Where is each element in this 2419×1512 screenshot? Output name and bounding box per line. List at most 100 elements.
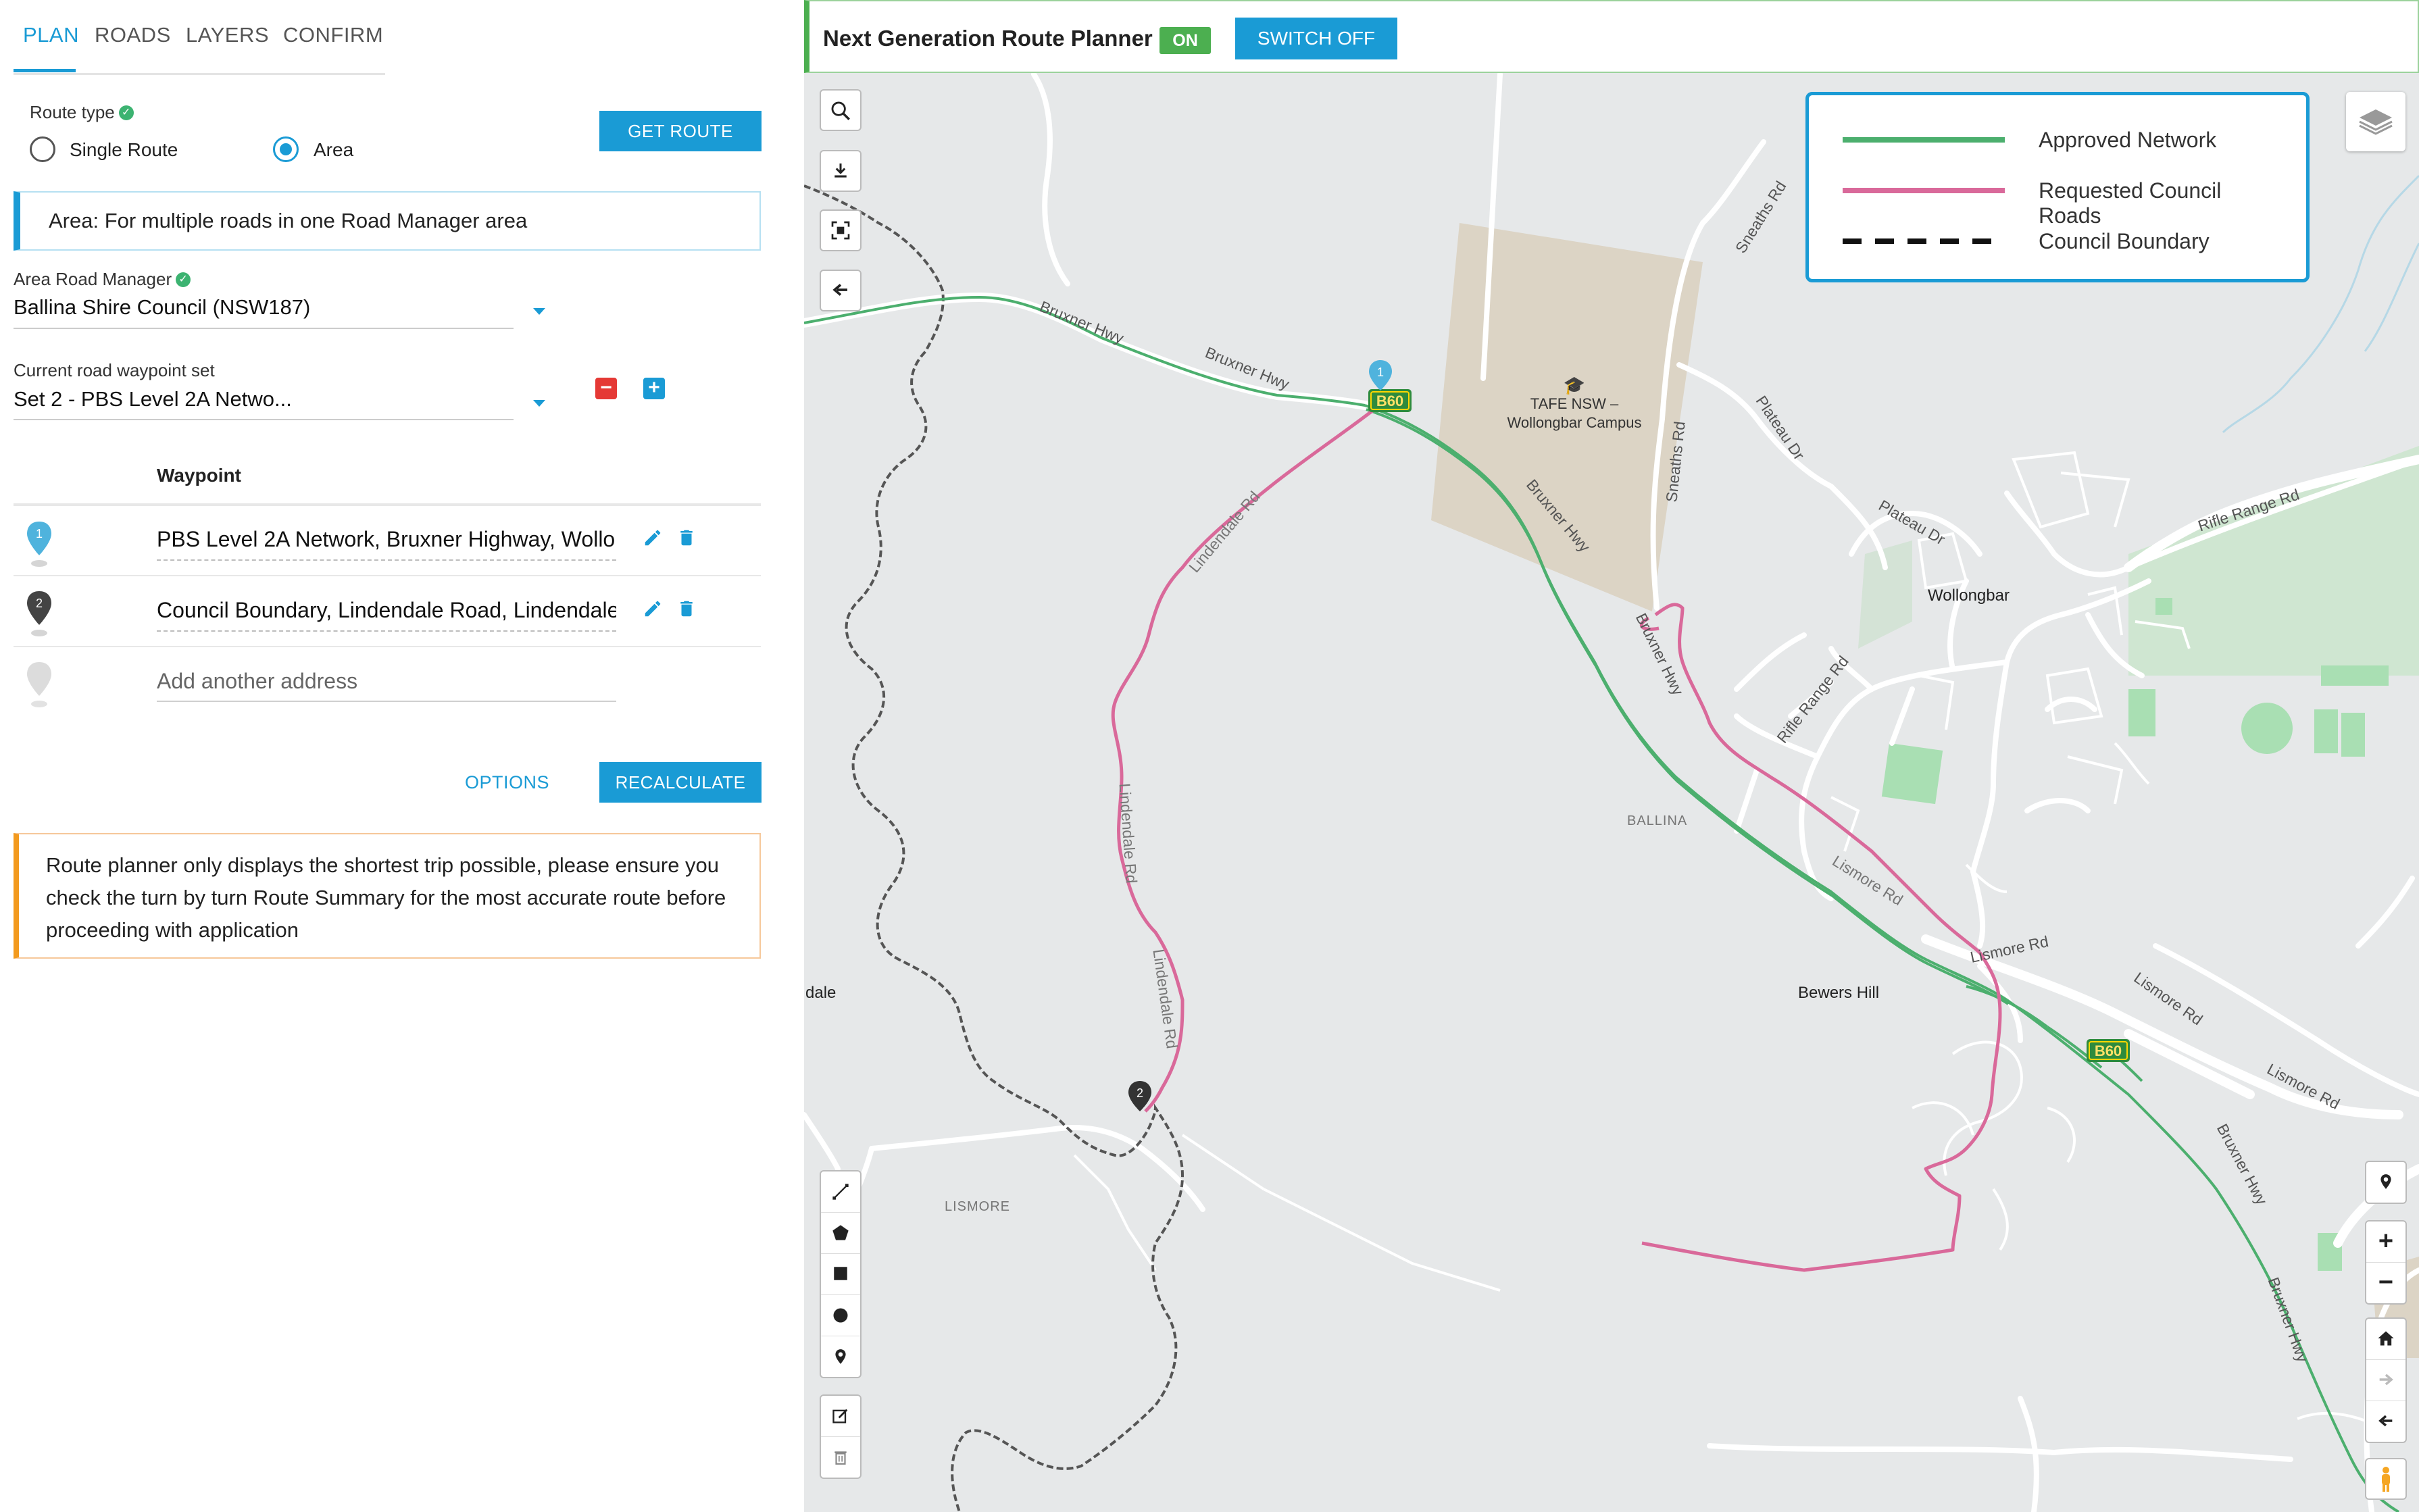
route-type-text: Route type: [30, 102, 115, 122]
map-marker-1: 1: [1369, 360, 1392, 390]
line-icon: [832, 1184, 849, 1200]
zoom-out-button[interactable]: −: [2366, 1263, 2405, 1303]
sports-field: [2128, 689, 2155, 736]
waypoint-set-select[interactable]: Set 2 - PBS Level 2A Netwo...: [14, 387, 514, 411]
sports-field: [2341, 713, 2365, 757]
legend-label: Approved Network: [2039, 128, 2217, 152]
planner-status-bar: Next Generation Route Planner ON SWITCH …: [804, 0, 2419, 73]
add-address-input[interactable]: Add another address: [157, 669, 616, 694]
planner-title: Next Generation Route Planner: [823, 26, 1153, 51]
arrow-left-icon: [2378, 1415, 2393, 1427]
table-divider: [14, 503, 761, 506]
road-manager-select[interactable]: Ballina Shire Council (NSW187): [14, 295, 514, 320]
area-ballina: BALLINA: [1627, 813, 1688, 828]
tab-plan[interactable]: PLAN: [23, 23, 79, 47]
marker-icon: [835, 1349, 846, 1364]
draw-rectangle-tool[interactable]: [821, 1254, 860, 1295]
warning-box: Route planner only displays the shortest…: [14, 833, 761, 959]
sports-field: [2321, 665, 2389, 686]
rectangle-icon: [834, 1267, 847, 1280]
download-icon: [834, 163, 847, 178]
forward-button[interactable]: [2366, 1360, 2405, 1401]
download-button[interactable]: [820, 150, 862, 192]
add-address-underline: [157, 701, 616, 702]
sports-field: [1881, 742, 1943, 805]
waypoint-set-label: Current road waypoint set: [14, 360, 215, 380]
empty-marker-icon: [24, 661, 54, 713]
road-manager-label-text: Area Road Manager: [14, 269, 172, 289]
draw-toolbar: [820, 1170, 862, 1378]
creek: [2364, 243, 2419, 352]
place-wollongbar: Wollongbar: [1928, 586, 2010, 605]
tab-layers[interactable]: LAYERS: [186, 23, 269, 47]
waypoint-2-underline: [157, 630, 616, 632]
draw-line-tool[interactable]: [821, 1171, 860, 1213]
edit-icon[interactable]: [643, 599, 663, 622]
legend-item-approved: Approved Network: [1843, 125, 2275, 152]
back-button[interactable]: [820, 270, 862, 311]
park-area: [2128, 446, 2419, 676]
edit-layers-tool[interactable]: [821, 1396, 860, 1437]
legend-swatch: [1843, 188, 2005, 193]
chevron-down-icon[interactable]: [533, 400, 545, 407]
tafe-campus-text: TAFE NSW – Wollongbar Campus: [1507, 395, 1642, 431]
pegman-icon: [2382, 1467, 2390, 1492]
route-type-label: Route type ✓: [30, 102, 134, 123]
edit-icon[interactable]: [643, 528, 663, 551]
options-button[interactable]: OPTIONS: [465, 772, 549, 793]
svg-text:B60: B60: [1376, 393, 1403, 409]
place-lindendale: dale: [805, 984, 837, 1002]
legend-item-requested: Requested Council Roads: [1843, 176, 2275, 228]
single-route-label: Single Route: [70, 139, 178, 160]
road-manager-label: Area Road Manager ✓: [14, 269, 191, 290]
trash-icon[interactable]: [676, 599, 697, 622]
area-info-box: Area: For multiple roads in one Road Man…: [14, 191, 761, 251]
street-view-pegman[interactable]: [2366, 1459, 2405, 1500]
search-button[interactable]: [820, 89, 862, 131]
tab-confirm[interactable]: CONFIRM: [283, 23, 383, 47]
arrow-left-icon: [832, 284, 847, 296]
locate-button[interactable]: [2366, 1162, 2405, 1203]
locate-control: [2365, 1161, 2407, 1204]
add-set-button[interactable]: +: [643, 378, 665, 399]
fit-extent-button[interactable]: [820, 209, 862, 251]
polygon-icon: [832, 1225, 849, 1240]
switch-off-button[interactable]: SWITCH OFF: [1235, 18, 1397, 59]
place-bewers-hill: Bewers Hill: [1798, 984, 1880, 1002]
remove-set-button[interactable]: −: [595, 378, 617, 399]
radio-area[interactable]: [273, 136, 299, 162]
chevron-down-icon[interactable]: [533, 308, 545, 315]
home-button[interactable]: [2366, 1319, 2405, 1360]
waypoint-1-marker-icon: 1: [24, 520, 54, 572]
navigation-control: [2365, 1317, 2407, 1443]
waypoint-set-underline: [14, 419, 514, 420]
recalculate-button[interactable]: RECALCULATE: [599, 762, 762, 803]
fit-extent-icon: [831, 221, 850, 240]
b60-shield-2: B60: [2087, 1039, 2130, 1062]
check-icon: ✓: [118, 105, 134, 120]
sports-field: [2314, 709, 2338, 753]
waypoint-1-address[interactable]: PBS Level 2A Network, Bruxner Highway, W…: [157, 527, 616, 552]
graduation-cap-icon: 🎓: [1563, 375, 1586, 395]
oval-field: [2241, 703, 2293, 754]
circle-icon: [833, 1308, 848, 1323]
delete-layers-tool[interactable]: [821, 1437, 860, 1478]
minus-icon: −: [600, 376, 612, 399]
warning-text: Route planner only displays the shortest…: [46, 853, 726, 942]
plus-icon: +: [2378, 1227, 2394, 1255]
back-view-button[interactable]: [2366, 1401, 2405, 1442]
zoom-in-button[interactable]: +: [2366, 1221, 2405, 1263]
draw-marker-tool[interactable]: [821, 1336, 860, 1377]
legend-label: Requested Council Roads: [2039, 178, 2222, 228]
tab-roads[interactable]: ROADS: [95, 23, 171, 47]
location-pin-icon: [2380, 1174, 2391, 1189]
b60-shield-1: B60: [1368, 389, 1412, 412]
trash-icon[interactable]: [676, 528, 697, 551]
layer-switcher-button[interactable]: [2346, 92, 2405, 151]
draw-polygon-tool[interactable]: [821, 1213, 860, 1254]
area-lismore: LISMORE: [945, 1199, 1011, 1214]
radio-single-route[interactable]: [30, 136, 55, 162]
draw-circle-tool[interactable]: [821, 1295, 860, 1336]
get-route-button[interactable]: GET ROUTE: [599, 111, 762, 151]
waypoint-2-address[interactable]: Council Boundary, Lindendale Road, Linde…: [157, 598, 616, 623]
